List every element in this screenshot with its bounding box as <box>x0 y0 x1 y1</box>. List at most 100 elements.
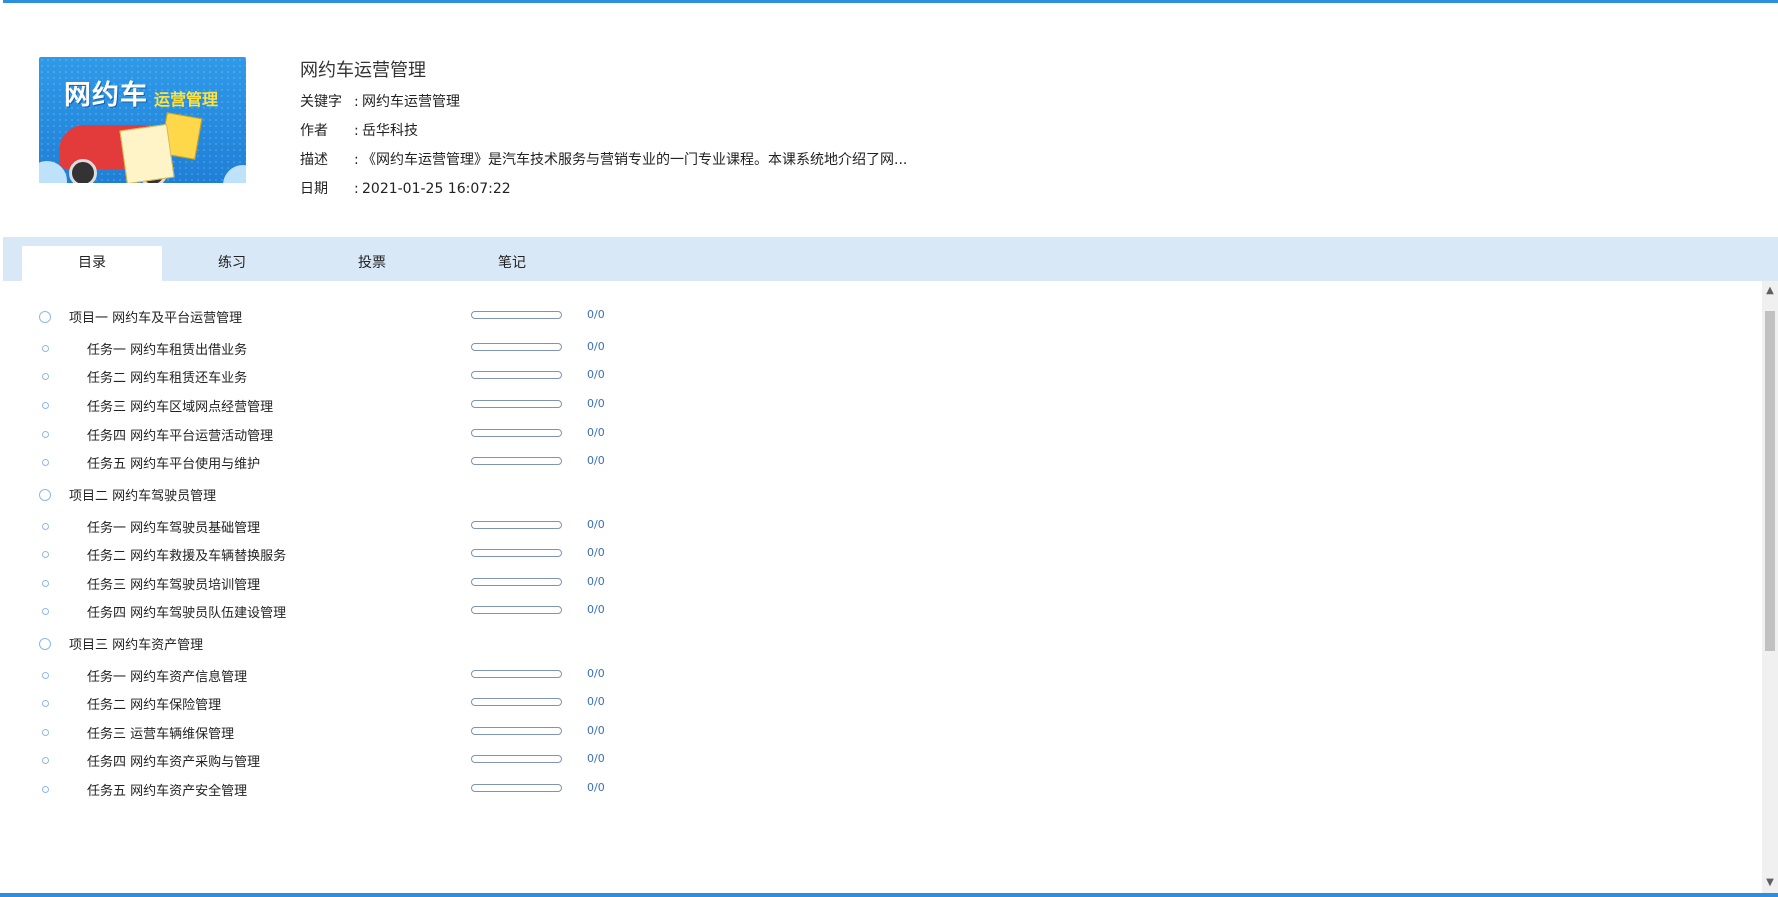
status-circle-icon <box>42 431 49 438</box>
progress-count: 0/0 <box>587 454 605 467</box>
catalog-item-label[interactable]: 任务一 网约车资产信息管理 <box>87 666 247 685</box>
tab-notes[interactable]: 笔记 <box>442 246 582 281</box>
catalog-task-row[interactable]: 任务三 网约车驾驶员培训管理 0/0 <box>3 572 1762 600</box>
progress-bar <box>471 311 562 319</box>
meta-value: 2021-01-25 16:07:22 <box>362 181 511 197</box>
catalog-item-label[interactable]: 任务四 网约车资产采购与管理 <box>87 751 260 770</box>
meta-separator: : <box>354 94 359 110</box>
catalog-task-row[interactable]: 任务三 运营车辆维保管理 0/0 <box>3 721 1762 749</box>
meta-date: 日期:2021-01-25 16:07:22 <box>300 178 511 198</box>
chevron-down-icon[interactable]: ▼ <box>1762 875 1778 891</box>
catalog-item-label[interactable]: 任务三 网约车驾驶员培训管理 <box>87 574 260 593</box>
catalog-task-row[interactable]: 任务一 网约车租赁出借业务 0/0 <box>3 337 1762 365</box>
progress-count: 0/0 <box>587 546 605 559</box>
status-circle-icon <box>42 402 49 409</box>
progress-bar <box>471 343 562 351</box>
status-circle-icon <box>42 786 49 793</box>
catalog-item-label[interactable]: 任务一 网约车租赁出借业务 <box>87 339 247 358</box>
catalog-item-label[interactable]: 任务三 网约车区域网点经营管理 <box>87 396 273 415</box>
catalog-project-row[interactable]: 项目一 网约车及平台运营管理 0/0 <box>3 305 1762 333</box>
catalog-item-label[interactable]: 任务二 网约车救援及车辆替换服务 <box>87 545 286 564</box>
meta-separator: : <box>354 181 359 197</box>
catalog-item-label[interactable]: 任务三 运营车辆维保管理 <box>87 723 234 742</box>
progress-bar <box>471 727 562 735</box>
course-cover-image: 网约车 运营管理 <box>39 57 246 183</box>
progress-bar <box>471 400 562 408</box>
catalog-task-row[interactable]: 任务五 网约车资产安全管理 0/0 <box>3 778 1762 806</box>
catalog-task-row[interactable]: 任务四 网约车平台运营活动管理 0/0 <box>3 423 1762 451</box>
meta-value: 《网约车运营管理》是汽车技术服务与营销专业的一门专业课程。本课系统地介绍了网..… <box>362 152 908 168</box>
progress-count: 0/0 <box>587 426 605 439</box>
window-bottom-border <box>0 893 1778 897</box>
catalog-item-label[interactable]: 任务一 网约车驾驶员基础管理 <box>87 517 260 536</box>
catalog-item-label[interactable]: 项目三 网约车资产管理 <box>69 634 203 653</box>
meta-value: 岳华科技 <box>362 123 418 139</box>
progress-count: 0/0 <box>587 695 605 708</box>
catalog-item-label[interactable]: 项目二 网约车驾驶员管理 <box>69 485 216 504</box>
tab-vote[interactable]: 投票 <box>302 246 442 281</box>
catalog-project-row[interactable]: 项目三 网约车资产管理 <box>3 632 1762 660</box>
catalog-item-label[interactable]: 任务五 网约车资产安全管理 <box>87 780 247 799</box>
tab-catalog[interactable]: 目录 <box>22 246 162 281</box>
catalog-item-label[interactable]: 任务四 网约车平台运营活动管理 <box>87 425 273 444</box>
catalog-item-label[interactable]: 项目一 网约车及平台运营管理 <box>69 307 242 326</box>
progress-count: 0/0 <box>587 518 605 531</box>
catalog-task-row[interactable]: 任务三 网约车区域网点经营管理 0/0 <box>3 394 1762 422</box>
progress-count: 0/0 <box>587 667 605 680</box>
cover-title-small: 运营管理 <box>154 90 219 109</box>
cover-wheel-icon <box>69 159 97 183</box>
progress-bar <box>471 371 562 379</box>
meta-author: 作者: 岳华科技 <box>300 120 418 140</box>
catalog-project-row[interactable]: 项目二 网约车驾驶员管理 <box>3 483 1762 511</box>
status-circle-icon <box>42 345 49 352</box>
progress-bar <box>471 784 562 792</box>
cover-title-big: 网约车 <box>64 80 148 111</box>
catalog-task-row[interactable]: 任务二 网约车救援及车辆替换服务 0/0 <box>3 543 1762 571</box>
progress-bar <box>471 457 562 465</box>
catalog-item-label[interactable]: 任务五 网约车平台使用与维护 <box>87 453 260 472</box>
catalog-item-label[interactable]: 任务四 网约车驾驶员队伍建设管理 <box>87 602 286 621</box>
progress-bar <box>471 698 562 706</box>
tab-exercise[interactable]: 练习 <box>162 246 302 281</box>
progress-bar <box>471 755 562 763</box>
status-circle-icon <box>42 672 49 679</box>
course-header: 网约车 运营管理 网约车运营管理 关键字: 网约车运营管理 作者: 岳华科技 描述:… <box>0 3 1778 237</box>
meta-separator: : <box>354 123 359 139</box>
progress-count: 0/0 <box>587 397 605 410</box>
meta-label: 关键字 <box>300 94 342 110</box>
meta-separator: : <box>354 152 359 168</box>
progress-count: 0/0 <box>587 781 605 794</box>
scrollbar-thumb[interactable] <box>1765 311 1775 651</box>
catalog-task-row[interactable]: 任务二 网约车保险管理 0/0 <box>3 692 1762 720</box>
status-circle-icon <box>42 551 49 558</box>
progress-bar <box>471 549 562 557</box>
status-circle-icon <box>42 608 49 615</box>
progress-count: 0/0 <box>587 724 605 737</box>
catalog-item-label[interactable]: 任务二 网约车租赁还车业务 <box>87 367 247 386</box>
catalog-item-label[interactable]: 任务二 网约车保险管理 <box>87 694 221 713</box>
catalog-task-row[interactable]: 任务五 网约车平台使用与维护 0/0 <box>3 451 1762 479</box>
meta-keywords: 关键字: 网约车运营管理 <box>300 91 460 111</box>
catalog-task-row[interactable]: 任务一 网约车资产信息管理 0/0 <box>3 664 1762 692</box>
chevron-up-icon[interactable]: ▲ <box>1762 283 1778 299</box>
catalog-task-row[interactable]: 任务四 网约车驾驶员队伍建设管理 0/0 <box>3 600 1762 628</box>
meta-label: 日期 <box>300 181 328 197</box>
status-circle-icon <box>42 757 49 764</box>
progress-count: 0/0 <box>587 368 605 381</box>
status-circle-icon <box>42 700 49 707</box>
progress-count: 0/0 <box>587 308 605 321</box>
catalog-task-row[interactable]: 任务二 网约车租赁还车业务 0/0 <box>3 365 1762 393</box>
course-title: 网约车运营管理 <box>300 60 426 81</box>
progress-bar <box>471 606 562 614</box>
status-circle-icon <box>42 459 49 466</box>
catalog-task-row[interactable]: 任务四 网约车资产采购与管理 0/0 <box>3 749 1762 777</box>
meta-description: 描述: 《网约车运营管理》是汽车技术服务与营销专业的一门专业课程。本课系统地介绍了… <box>300 149 907 169</box>
meta-label: 描述 <box>300 152 328 168</box>
progress-count: 0/0 <box>587 752 605 765</box>
status-circle-icon <box>42 729 49 736</box>
meta-label: 作者 <box>300 123 328 139</box>
progress-count: 0/0 <box>587 340 605 353</box>
catalog-task-row[interactable]: 任务一 网约车驾驶员基础管理 0/0 <box>3 515 1762 543</box>
status-circle-icon <box>39 489 51 501</box>
vertical-scrollbar[interactable]: ▲ ▼ <box>1762 281 1778 893</box>
